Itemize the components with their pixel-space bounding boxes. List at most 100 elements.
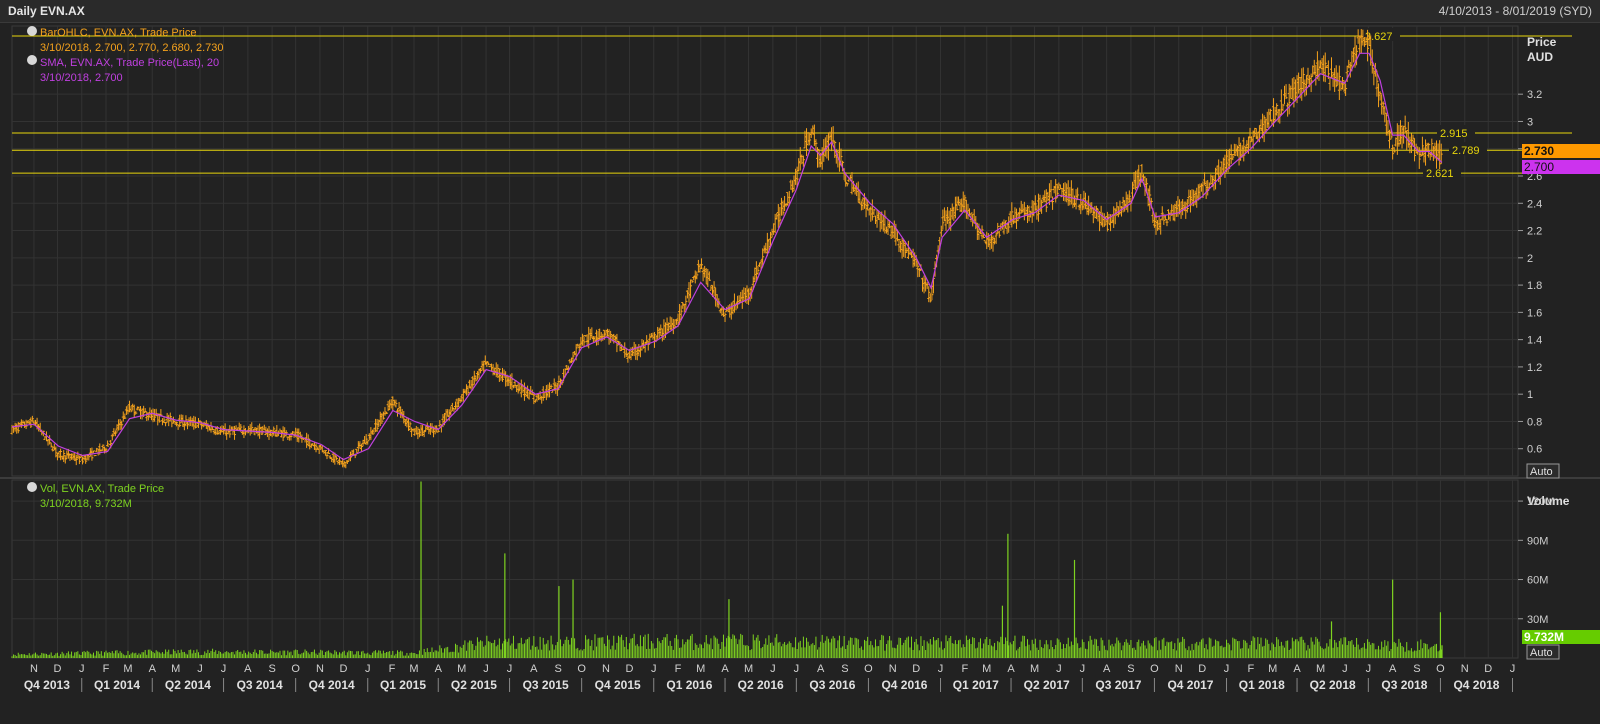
x-month-label: N [1175, 663, 1183, 675]
x-quarter-label: Q4 2014 [309, 678, 355, 692]
vol-legend-label: Vol, EVN.AX, Trade Price [40, 483, 164, 495]
x-month-label: S [1127, 663, 1134, 675]
volume-tick-label: 30M [1527, 614, 1548, 626]
last-sma-label: 2.700 [1524, 160, 1554, 174]
x-quarter-label: Q2 2017 [1024, 678, 1070, 692]
x-month-label: M [744, 663, 753, 675]
volume-auto-label: Auto [1530, 647, 1553, 659]
price-legend: BarOHLC, EVN.AX, Trade Price 3/10/2018, … [27, 26, 224, 84]
last-price-label: 2.730 [1524, 144, 1554, 158]
x-month-label: A [530, 663, 538, 675]
x-quarter-label: Q1 2017 [953, 678, 999, 692]
price-level-label: 2.621 [1426, 168, 1454, 180]
x-quarter-label: Q3 2018 [1381, 678, 1427, 692]
x-quarter-label: Q1 2018 [1239, 678, 1285, 692]
ohlc-legend-icon[interactable] [27, 26, 37, 36]
price-bars [10, 29, 1443, 469]
x-month-label: D [53, 663, 61, 675]
x-month-label: J [938, 663, 944, 675]
price-axis-unit: AUD [1527, 50, 1553, 64]
x-quarter-label: Q3 2017 [1095, 678, 1141, 692]
x-quarter-label: Q4 2016 [881, 678, 927, 692]
x-month-label: J [221, 663, 227, 675]
price-tick-label: 1.2 [1527, 362, 1542, 374]
x-month-label: D [339, 663, 347, 675]
price-level-label: 2.789 [1452, 145, 1480, 157]
price-tick-label: 2.2 [1527, 226, 1542, 238]
last-volume-label: 9.732M [1524, 630, 1564, 644]
vol-legend-value: 3/10/2018, 9.732M [40, 498, 132, 510]
x-month-label: M [171, 663, 180, 675]
x-quarter-label: Q1 2015 [380, 678, 426, 692]
x-month-label: N [316, 663, 324, 675]
x-month-label: O [577, 663, 586, 675]
x-quarter-label: Q1 2014 [94, 678, 140, 692]
price-tick-label: 2.4 [1527, 198, 1542, 210]
x-month-label: S [554, 663, 561, 675]
price-tick-label: 1 [1527, 389, 1533, 401]
price-tick-label: 0.8 [1527, 416, 1542, 428]
x-quarter-label: Q2 2016 [738, 678, 784, 692]
x-month-label: M [696, 663, 705, 675]
x-quarter-label: Q2 2015 [451, 678, 497, 692]
volume-bars [11, 481, 1443, 658]
x-month-label: M [1316, 663, 1325, 675]
x-month-label: D [625, 663, 633, 675]
x-month-label: N [889, 663, 897, 675]
x-month-label: D [1198, 663, 1206, 675]
x-month-label: A [1293, 663, 1301, 675]
x-quarter-label: Q4 2013 [24, 678, 70, 692]
window-title: Daily EVN.AX [8, 4, 85, 18]
window-header: Daily EVN.AX 4/10/2013 - 8/01/2019 (SYD) [0, 0, 1600, 23]
sma-legend-label: SMA, EVN.AX, Trade Price(Last), 20 [40, 57, 219, 69]
x-month-label: O [291, 663, 300, 675]
x-quarter-label: Q4 2017 [1167, 678, 1213, 692]
x-quarter-label: Q2 2014 [165, 678, 211, 692]
price-level-label: 2.915 [1440, 128, 1468, 140]
x-quarter-label: Q3 2015 [523, 678, 569, 692]
price-tick-label: 1.8 [1527, 280, 1542, 292]
x-month-label: D [912, 663, 920, 675]
price-tick-label: 2 [1527, 253, 1533, 265]
x-month-label: A [435, 663, 443, 675]
sma-polyline [11, 52, 1443, 461]
x-month-label: S [841, 663, 848, 675]
volume-tick-label: 90M [1527, 535, 1548, 547]
price-tick-label: 3 [1527, 116, 1533, 128]
ohlc-legend-label: BarOHLC, EVN.AX, Trade Price [40, 27, 197, 39]
price-auto-label: Auto [1530, 466, 1553, 478]
price-tick-label: 0.6 [1527, 444, 1542, 456]
x-month-label: D [1484, 663, 1492, 675]
x-month-label: M [409, 663, 418, 675]
x-month-label: S [1413, 663, 1420, 675]
x-month-label: J [1342, 663, 1348, 675]
sma-legend-icon[interactable] [27, 55, 37, 65]
ohlc-legend-value: 3/10/2018, 2.700, 2.770, 2.680, 2.730 [40, 42, 224, 54]
volume-tick-label: 60M [1527, 575, 1548, 587]
x-month-label: M [457, 663, 466, 675]
x-quarter-label: Q1 2016 [666, 678, 712, 692]
chart-canvas[interactable]: 3.6272.9152.7892.621 BarOHLC, EVN.AX, Tr… [0, 22, 1600, 724]
x-month-label: F [675, 663, 682, 675]
chart-window: Daily EVN.AX 4/10/2013 - 8/01/2019 (SYD)… [0, 0, 1600, 724]
x-quarter-label: Q3 2016 [809, 678, 855, 692]
axes: NDJFMAMJJASONDJFMAMJJASONDJFMAMJJASONDJF… [24, 89, 1555, 692]
x-month-label: O [1436, 663, 1445, 675]
x-month-label: N [602, 663, 610, 675]
x-quarter-label: Q4 2015 [595, 678, 641, 692]
x-month-label: A [1389, 663, 1397, 675]
x-month-label: J [1056, 663, 1062, 675]
x-month-label: A [721, 663, 729, 675]
x-month-label: N [30, 663, 38, 675]
x-month-label: F [961, 663, 968, 675]
x-month-label: J [197, 663, 203, 675]
x-month-label: A [817, 663, 825, 675]
price-levels: 3.6272.9152.7892.621 [12, 27, 1572, 180]
price-axis-title: Price [1527, 35, 1557, 49]
x-month-label: J [1510, 663, 1516, 675]
x-month-label: F [103, 663, 110, 675]
x-month-label: J [770, 663, 776, 675]
x-month-label: J [507, 663, 513, 675]
x-month-label: A [149, 663, 157, 675]
vol-legend-icon[interactable] [27, 482, 37, 492]
